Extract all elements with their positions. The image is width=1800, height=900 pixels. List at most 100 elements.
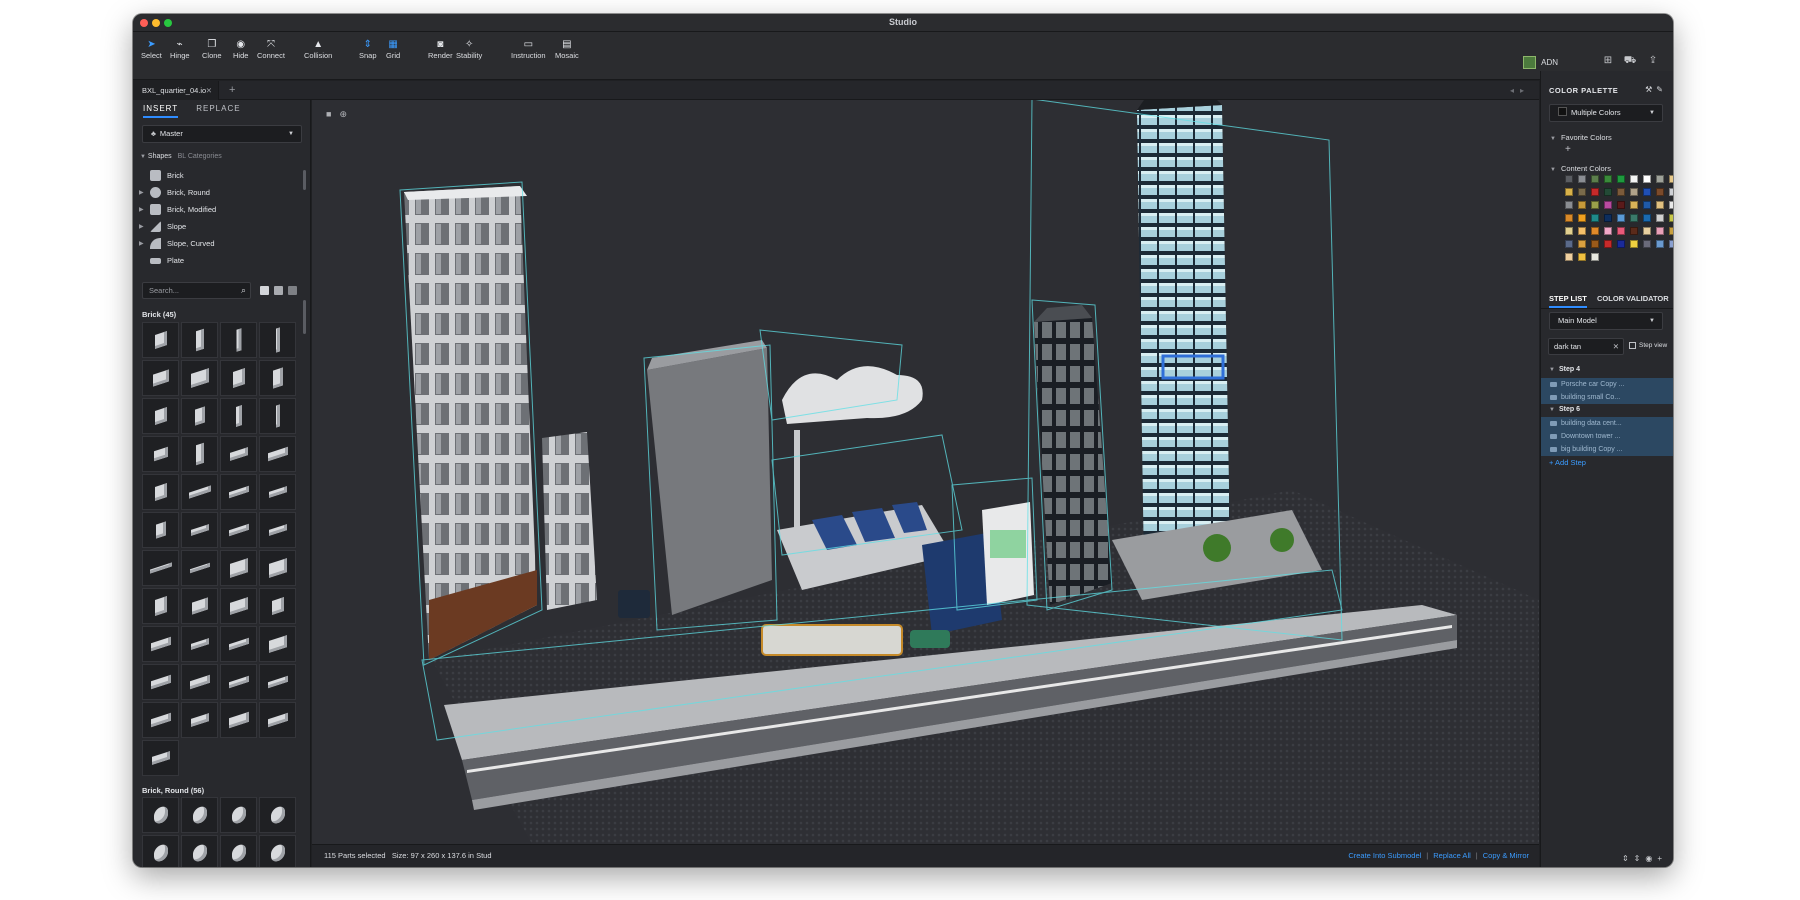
part-thumbnail[interactable] bbox=[259, 588, 296, 624]
color-swatch[interactable] bbox=[1669, 214, 1673, 222]
mosaic-tool-button[interactable]: ▤ Mosaic bbox=[555, 38, 579, 60]
part-thumbnail[interactable] bbox=[181, 512, 218, 548]
part-thumbnail[interactable] bbox=[259, 360, 296, 396]
part-thumbnail[interactable] bbox=[220, 322, 257, 358]
list-item[interactable]: ▶ Slope bbox=[133, 218, 301, 235]
camera-icon[interactable]: ■ bbox=[326, 109, 331, 120]
eyedropper-icon[interactable]: ✎ bbox=[1656, 85, 1667, 94]
parts-list-icon[interactable]: ⊞ bbox=[1601, 54, 1615, 68]
part-thumbnail[interactable] bbox=[142, 474, 179, 510]
part-thumbnail[interactable] bbox=[181, 588, 218, 624]
color-swatch[interactable] bbox=[1669, 175, 1673, 183]
color-swatch[interactable] bbox=[1578, 201, 1586, 209]
list-item[interactable]: Brick bbox=[133, 167, 301, 184]
color-swatch[interactable] bbox=[1591, 188, 1599, 196]
part-thumbnail[interactable] bbox=[220, 398, 257, 434]
part-thumbnail[interactable] bbox=[181, 322, 218, 358]
color-swatch[interactable] bbox=[1565, 175, 1573, 183]
part-thumbnail[interactable] bbox=[259, 835, 296, 867]
color-swatch[interactable] bbox=[1617, 201, 1625, 209]
part-thumbnail[interactable] bbox=[142, 360, 179, 396]
part-thumbnail[interactable] bbox=[220, 512, 257, 548]
part-thumbnail[interactable] bbox=[181, 436, 218, 472]
color-swatch[interactable] bbox=[1578, 227, 1586, 235]
part-thumbnail[interactable] bbox=[259, 512, 296, 548]
color-swatch[interactable] bbox=[1565, 240, 1573, 248]
part-thumbnail[interactable] bbox=[142, 835, 179, 867]
view-small-icon[interactable] bbox=[288, 286, 297, 295]
list-item[interactable]: Plate bbox=[133, 252, 301, 269]
color-swatch[interactable] bbox=[1656, 227, 1664, 235]
3d-viewport[interactable]: ■ ⊕ 115 Parts selected Size: 97 x 260 x … bbox=[312, 100, 1539, 867]
part-thumbnail[interactable] bbox=[259, 702, 296, 738]
part-search-input[interactable]: Search... ⌕ bbox=[142, 282, 251, 299]
part-thumbnail[interactable] bbox=[220, 664, 257, 700]
new-tab-icon[interactable]: + bbox=[229, 81, 235, 100]
color-swatch[interactable] bbox=[1604, 175, 1612, 183]
content-colors-header[interactable]: ▼ Content Colors bbox=[1550, 164, 1611, 173]
color-swatch[interactable] bbox=[1643, 201, 1651, 209]
color-swatch[interactable] bbox=[1669, 188, 1673, 196]
hide-tool-button[interactable]: ◉ Hide bbox=[233, 38, 248, 60]
tab-replace[interactable]: REPLACE bbox=[196, 100, 240, 118]
color-swatch[interactable] bbox=[1617, 240, 1625, 248]
part-thumbnail[interactable] bbox=[181, 474, 218, 510]
part-thumbnail[interactable] bbox=[220, 702, 257, 738]
color-swatch[interactable] bbox=[1604, 188, 1612, 196]
color-swatch[interactable] bbox=[1630, 188, 1638, 196]
part-thumbnail[interactable] bbox=[181, 835, 218, 867]
part-thumbnail[interactable] bbox=[142, 398, 179, 434]
copy-mirror-link[interactable]: Copy & Mirror bbox=[1483, 851, 1529, 860]
part-thumbnail[interactable] bbox=[220, 550, 257, 586]
upload-icon[interactable]: ⇪ bbox=[1646, 54, 1660, 68]
palette-select[interactable]: ♣ Master ▼ bbox=[142, 125, 302, 143]
view-large-icon[interactable] bbox=[260, 286, 269, 295]
part-thumbnail[interactable] bbox=[259, 797, 296, 833]
connect-tool-button[interactable]: ⤧ Connect bbox=[257, 38, 285, 60]
cart-icon[interactable]: ⛟ bbox=[1623, 54, 1637, 68]
part-thumbnail[interactable] bbox=[259, 436, 296, 472]
color-swatch[interactable] bbox=[1591, 214, 1599, 222]
favorite-colors-header[interactable]: ▼ Favorite Colors bbox=[1550, 133, 1612, 142]
part-thumbnail[interactable] bbox=[142, 626, 179, 662]
color-swatch[interactable] bbox=[1643, 214, 1651, 222]
shapes-section-header[interactable]: ▼ Shapes BL Categories bbox=[133, 153, 310, 165]
part-thumbnail[interactable] bbox=[259, 664, 296, 700]
part-thumbnail[interactable] bbox=[142, 512, 179, 548]
snap-tool-button[interactable]: ⇕ Snap bbox=[359, 38, 377, 60]
replace-all-link[interactable]: Replace All bbox=[1433, 851, 1471, 860]
list-item[interactable]: ▶ Brick, Round bbox=[133, 184, 301, 201]
tab-color-validator[interactable]: COLOR VALIDATOR bbox=[1597, 294, 1669, 303]
collapse-icon[interactable]: ⇕ bbox=[1634, 854, 1646, 863]
part-thumbnail[interactable] bbox=[220, 474, 257, 510]
parts-scrollbar[interactable] bbox=[303, 300, 306, 334]
color-swatch[interactable] bbox=[1565, 188, 1573, 196]
color-swatch[interactable] bbox=[1617, 214, 1625, 222]
color-swatch[interactable] bbox=[1669, 227, 1673, 235]
part-thumbnail[interactable] bbox=[259, 626, 296, 662]
color-swatch[interactable] bbox=[1669, 240, 1673, 248]
color-swatch[interactable] bbox=[1630, 201, 1638, 209]
close-tab-icon[interactable]: ✕ bbox=[206, 81, 212, 100]
paint-roller-icon[interactable]: ⚒ bbox=[1645, 85, 1656, 94]
instruction-tool-button[interactable]: ▭ Instruction bbox=[511, 38, 546, 60]
part-thumbnail[interactable] bbox=[259, 398, 296, 434]
step-list-item[interactable]: Downtown tower ... bbox=[1541, 430, 1673, 443]
color-select[interactable]: Multiple Colors ▼ bbox=[1549, 104, 1663, 122]
color-swatch[interactable] bbox=[1643, 240, 1651, 248]
expand-icon[interactable]: ⇕ bbox=[1622, 854, 1634, 863]
color-swatch[interactable] bbox=[1643, 175, 1651, 183]
color-swatch[interactable] bbox=[1630, 214, 1638, 222]
step-list-item[interactable]: building data cent... bbox=[1541, 417, 1673, 430]
color-swatch[interactable] bbox=[1643, 227, 1651, 235]
part-thumbnail[interactable] bbox=[142, 702, 179, 738]
checkbox[interactable] bbox=[1629, 342, 1636, 349]
part-thumbnail[interactable] bbox=[181, 398, 218, 434]
part-thumbnail[interactable] bbox=[142, 797, 179, 833]
part-thumbnail[interactable] bbox=[259, 474, 296, 510]
step-list-item[interactable]: Porsche car Copy ... bbox=[1541, 378, 1673, 391]
user-account[interactable]: ADN bbox=[1523, 56, 1558, 69]
color-swatch[interactable] bbox=[1656, 214, 1664, 222]
list-item[interactable]: ▶ Slope, Curved bbox=[133, 235, 301, 252]
color-swatch[interactable] bbox=[1578, 214, 1586, 222]
